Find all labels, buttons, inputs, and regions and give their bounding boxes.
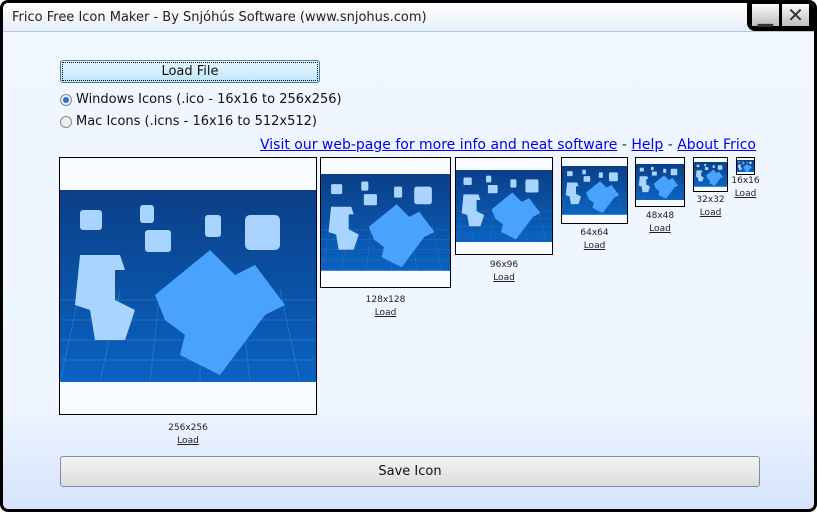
load-link-32x32[interactable]: Load: [681, 207, 741, 220]
size-label: 96x96: [489, 260, 519, 270]
load-link-128x128[interactable]: Load: [356, 307, 416, 320]
radio-unselected-icon: [60, 115, 72, 128]
minimize-button[interactable]: ▁: [752, 3, 779, 27]
icon-preview-64x64: [561, 157, 628, 224]
load-link-256x256[interactable]: Load: [158, 435, 218, 448]
size-label: 16x16: [731, 176, 760, 186]
preview-image: [456, 170, 552, 242]
save-icon-button[interactable]: Save Icon: [60, 456, 760, 487]
preview-caption: 96x96 Load: [474, 259, 534, 285]
radio-mac-icons[interactable]: Mac Icons (.icns - 16x16 to 512x512): [60, 114, 317, 129]
separator: -: [663, 137, 678, 153]
icon-preview-48x48: [635, 157, 685, 207]
help-link[interactable]: Help: [631, 137, 663, 153]
load-link-64x64[interactable]: Load: [565, 240, 625, 253]
preview-image: [321, 174, 450, 271]
radio-windows-icons[interactable]: Windows Icons (.ico - 16x16 to 256x256): [60, 92, 342, 107]
icon-preview-128x128: [320, 157, 451, 288]
load-link-48x48[interactable]: Load: [630, 223, 690, 236]
size-label: 256x256: [168, 423, 208, 433]
size-label: 48x48: [645, 211, 675, 221]
radio-label: Mac Icons (.icns - 16x16 to 512x512): [76, 114, 317, 129]
size-label: 128x128: [365, 295, 406, 305]
preview-caption: 128x128 Load: [356, 294, 416, 320]
preview-image: [562, 166, 627, 215]
radio-label: Windows Icons (.ico - 16x16 to 256x256): [76, 92, 342, 107]
icon-preview-16x16: [736, 157, 755, 175]
load-file-button[interactable]: Load File: [60, 60, 320, 83]
preview-caption: 64x64 Load: [565, 227, 625, 253]
icon-preview-256x256: [59, 157, 317, 415]
title-bar: Frico Free Icon Maker - By Snjóhús Softw…: [3, 3, 814, 32]
app-window: Frico Free Icon Maker - By Snjóhús Softw…: [0, 0, 817, 512]
links-bar: Visit our web-page for more info and nea…: [260, 137, 756, 153]
preview-caption: 16x16 Load: [716, 175, 776, 201]
icon-preview-96x96: [455, 157, 553, 255]
close-button[interactable]: ✕: [782, 3, 809, 27]
about-link[interactable]: About Frico: [677, 137, 756, 153]
preview-image: [636, 164, 684, 200]
size-label: 64x64: [580, 228, 609, 238]
load-link-96x96[interactable]: Load: [474, 272, 534, 285]
minimize-icon: ▁: [757, 3, 774, 27]
preview-caption: 256x256 Load: [158, 422, 218, 448]
radio-selected-icon: [60, 93, 72, 106]
load-link-16x16[interactable]: Load: [716, 188, 776, 201]
preview-image: [60, 190, 316, 382]
window-title: Frico Free Icon Maker - By Snjóhús Softw…: [12, 10, 427, 25]
separator: -: [617, 137, 632, 153]
preview-image: [737, 159, 754, 173]
website-link[interactable]: Visit our web-page for more info and nea…: [260, 137, 617, 153]
close-icon: ✕: [787, 3, 804, 27]
